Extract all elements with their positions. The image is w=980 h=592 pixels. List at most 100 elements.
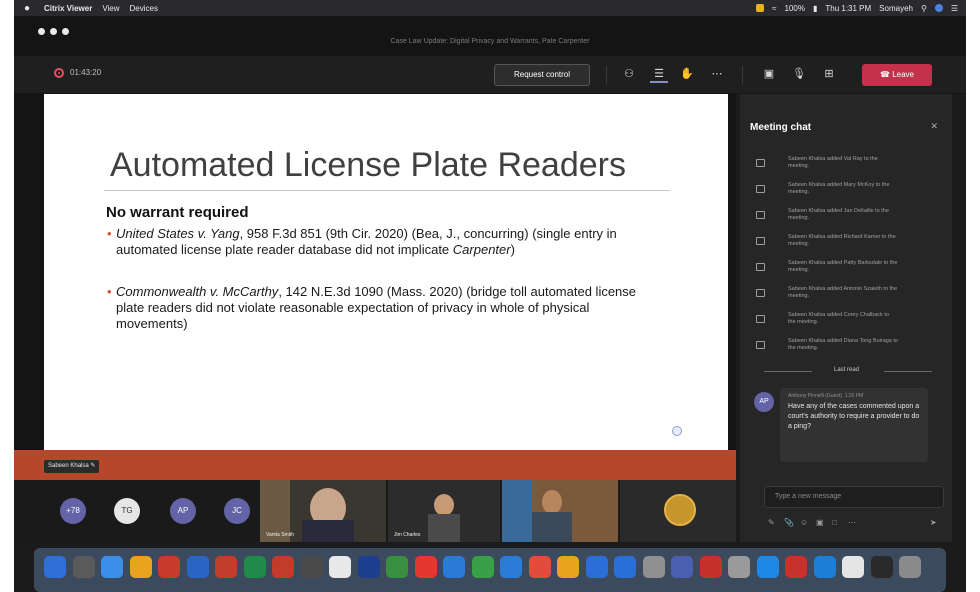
chat-icon[interactable]: ☰ [650, 65, 668, 83]
send-icon[interactable]: ➤ [930, 518, 937, 527]
dock-app-icon[interactable] [585, 556, 608, 578]
system-message-text: Sabeen Khalsa added Diana Tong Buiraga t… [788, 338, 898, 351]
leave-label: Leave [892, 70, 914, 79]
bullet-marker: • [107, 226, 112, 241]
system-message-text: Sabeen Khalsa added Richard Kamer to the… [788, 234, 896, 247]
apple-icon[interactable]: ● [20, 3, 34, 14]
dock-app-icon[interactable] [72, 556, 95, 578]
dock-app-icon[interactable] [272, 556, 294, 578]
leave-button[interactable]: ☎ Leave [862, 64, 932, 86]
dock-app-icon[interactable] [186, 556, 209, 578]
more-options-icon[interactable]: ⋯ [848, 518, 856, 527]
dock-app-icon[interactable] [129, 556, 152, 578]
format-icon[interactable]: ✎ [768, 518, 775, 527]
menu-view[interactable]: View [102, 4, 119, 13]
dock-app-icon[interactable] [899, 556, 921, 578]
control-center-icon[interactable]: ☰ [951, 4, 958, 13]
window-graphic [502, 480, 532, 542]
dock-app-icon[interactable] [158, 556, 180, 578]
request-control-button[interactable]: Request control [494, 64, 590, 86]
system-message-text: Sabeen Khalsa added Jan Deltaille to the… [788, 208, 889, 221]
menu-app-name[interactable]: Citrix Viewer [44, 4, 92, 13]
avatar[interactable]: AP [170, 498, 196, 524]
meeting-toolbar: 01:43:20 Request control ⚇ ☰ ✋ ⋯ ▣ 🎙 ⊞ ☎… [14, 56, 966, 94]
wifi-icon[interactable]: ≈ [772, 4, 776, 13]
dock-app-icon[interactable] [215, 556, 237, 578]
dock-app-icon[interactable] [614, 556, 636, 578]
message-meta: Anthony Pinnelli (Guest) 1:20 PM [788, 393, 863, 399]
dock-app-icon[interactable] [101, 556, 123, 578]
dock-app-icon[interactable] [500, 556, 522, 578]
status-icon[interactable] [756, 4, 765, 12]
participants-strip: +78 TG AP JC Vanita Smith Jim Charles [14, 480, 736, 542]
share-screen-icon[interactable]: ⊞ [820, 65, 838, 83]
gif-icon[interactable]: ▣ [816, 518, 824, 527]
dock-app-icon[interactable] [728, 556, 750, 578]
battery-icon[interactable]: ▮ [813, 4, 817, 13]
raise-hand-icon[interactable]: ✋ [678, 65, 696, 83]
dock-app-icon[interactable] [443, 556, 465, 578]
video-tile[interactable] [620, 480, 736, 542]
dock-app-icon[interactable] [842, 556, 864, 578]
participant-added-icon [756, 211, 765, 219]
dock-app-icon[interactable] [813, 556, 836, 578]
minimize-window-icon[interactable] [50, 28, 57, 35]
dock-app-icon[interactable] [642, 556, 665, 578]
menu-devices[interactable]: Devices [130, 4, 158, 13]
meeting-chat-panel: Meeting chat ✕ Sabeen Khalsa added Val R… [740, 94, 952, 542]
dock-app-icon[interactable] [471, 556, 494, 578]
siri-icon[interactable] [934, 4, 943, 12]
close-window-icon[interactable] [38, 28, 45, 35]
screen: ● Citrix Viewer View Devices ≈ 100% ▮ Th… [14, 0, 966, 592]
dock-app-icon[interactable] [870, 556, 893, 578]
more-options-icon[interactable]: ⋯ [708, 65, 726, 83]
sticker-icon[interactable]: □ [832, 518, 837, 527]
chat-message[interactable]: Anthony Pinnelli (Guest) 1:20 PM Have an… [780, 388, 928, 462]
dock-app-icon[interactable] [785, 556, 807, 578]
clock[interactable]: Thu 1:31 PM [825, 4, 871, 13]
dock-app-icon[interactable] [528, 556, 551, 578]
zoom-window-icon[interactable] [62, 28, 69, 35]
avatar[interactable]: JC [224, 498, 250, 524]
avatar[interactable]: TG [114, 498, 140, 524]
video-tile[interactable]: Jim Charles [388, 480, 500, 542]
dock-app-icon[interactable] [699, 556, 722, 578]
video-tile[interactable]: Vanita Smith [260, 480, 386, 542]
system-message: Sabeen Khalsa added Val Ray to the meeti… [756, 156, 906, 180]
dock-app-icon[interactable] [357, 556, 380, 578]
close-icon[interactable]: ✕ [930, 121, 938, 132]
participants-icon[interactable]: ⚇ [620, 65, 638, 83]
emoji-icon[interactable]: ☺ [800, 518, 808, 527]
attach-icon[interactable]: 📎 [784, 518, 794, 527]
case-name: Carpenter [452, 242, 511, 257]
participant-body [302, 520, 354, 542]
dock-app-icon[interactable] [329, 556, 351, 578]
menubar-status: ≈ 100% ▮ Thu 1:31 PM Somayeh ⚲ ☰ [756, 0, 958, 16]
dock-app-icon[interactable] [386, 556, 408, 578]
avatar[interactable]: +78 [60, 498, 86, 524]
dock-app-icon[interactable] [756, 556, 779, 578]
system-message: Sabeen Khalsa added Patty Barksdale to t… [756, 260, 906, 284]
window-title-bar: Case Law Update: Digital Privacy and War… [14, 16, 966, 56]
slide-heading: No warrant required [106, 204, 249, 221]
user-name[interactable]: Somayeh [879, 4, 913, 13]
dock-app-icon[interactable] [671, 556, 693, 578]
dock-app-icon[interactable] [414, 556, 437, 578]
compose-message-input[interactable]: Type a new message [764, 486, 944, 508]
search-icon[interactable]: ⚲ [921, 4, 927, 13]
dock-app-icon[interactable] [557, 556, 579, 578]
case-name: Commonwealth v. McCarthy [116, 284, 279, 299]
camera-icon[interactable]: ▣ [760, 65, 778, 83]
system-message: Sabeen Khalsa added Richard Kamer to the… [756, 234, 906, 258]
participant-added-icon [756, 341, 765, 349]
avatar[interactable]: AP [754, 392, 774, 412]
video-tile[interactable] [502, 480, 618, 542]
dock-app-icon[interactable] [300, 556, 323, 578]
participant-added-icon [756, 315, 765, 323]
dock-app-icon[interactable] [243, 556, 266, 578]
mac-menu-bar: ● Citrix Viewer View Devices ≈ 100% ▮ Th… [14, 0, 966, 16]
dock-app-icon[interactable] [44, 556, 66, 578]
microphone-icon[interactable]: 🎙 [790, 65, 808, 83]
system-message-text: Sabeen Khalsa added Corey Chalback to th… [788, 312, 889, 325]
shared-content-stage: Automated License Plate Readers No warra… [14, 94, 736, 480]
